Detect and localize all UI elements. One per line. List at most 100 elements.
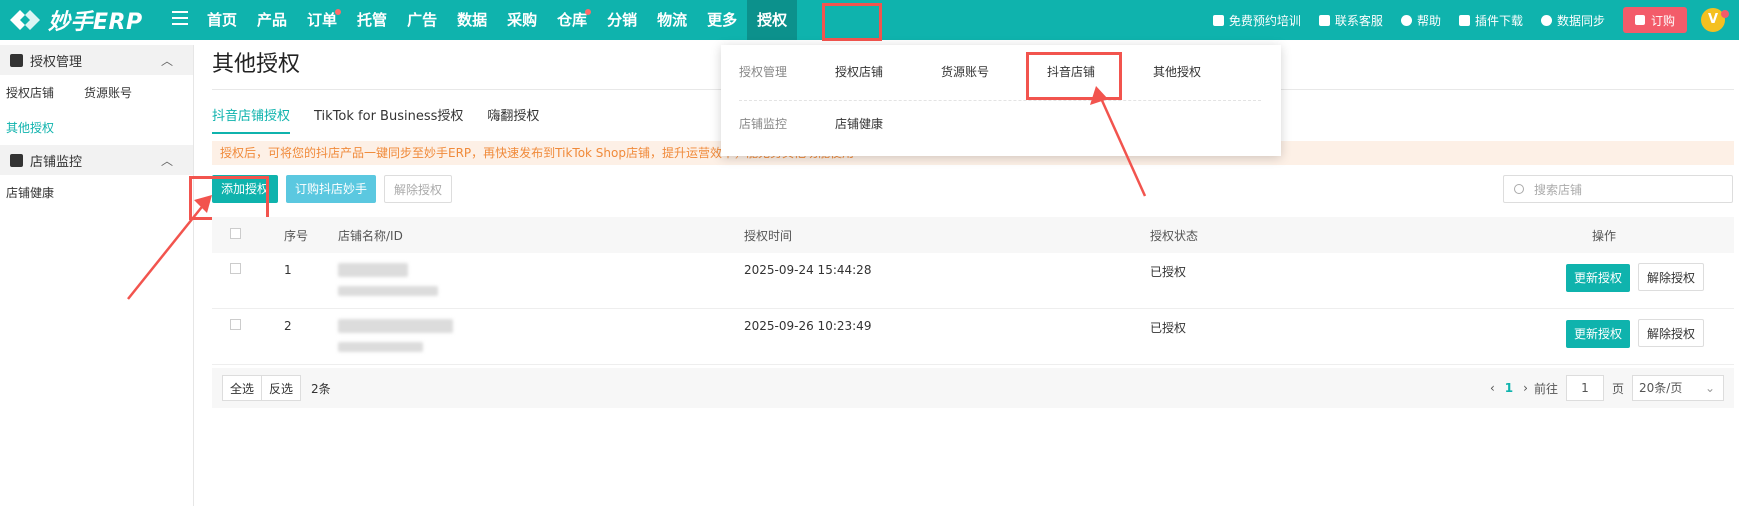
chevron-up-icon: ︿ bbox=[160, 153, 173, 168]
search-input[interactable]: 搜索店铺 bbox=[1503, 175, 1733, 203]
sidebar-item-other-auth[interactable]: 其他授权 bbox=[6, 119, 54, 136]
nav-distribution[interactable]: 分销 bbox=[597, 0, 647, 40]
nav-purchase[interactable]: 采购 bbox=[497, 0, 547, 40]
brand-name: 妙手ERP bbox=[48, 10, 143, 35]
sidebar-row: 其他授权 bbox=[0, 110, 193, 145]
sidebar-row: 店铺健康 bbox=[0, 175, 193, 210]
sidebar-item-store-health[interactable]: 店铺健康 bbox=[6, 184, 54, 201]
row-time: 2025-09-24 15:44:28 bbox=[744, 263, 872, 277]
select-all-checkbox[interactable] bbox=[230, 228, 241, 239]
sync-icon bbox=[1540, 14, 1552, 26]
dropdown-row: 授权管理 授权店铺 货源账号 抖音店铺 其他授权 bbox=[739, 63, 1259, 80]
dropdown-item-store-health[interactable]: 店铺健康 bbox=[835, 115, 941, 132]
nav-authorization[interactable]: 授权 bbox=[747, 0, 798, 40]
top-tools: 免费预约培训 联系客服 帮助 插件下载 数据同步 订购 V bbox=[1195, 0, 1729, 40]
chat-icon bbox=[1212, 14, 1224, 26]
dropdown-item-auth-store[interactable]: 授权店铺 bbox=[835, 63, 941, 80]
table-row: 2 2025-09-26 10:23:49 已授权 更新授权 解除授权 bbox=[212, 309, 1734, 365]
chevron-up-icon: ︿ bbox=[160, 53, 173, 68]
store-name-blurred bbox=[338, 263, 744, 305]
page-unit-label: 页 bbox=[1611, 381, 1624, 396]
sync-link[interactable]: 数据同步 bbox=[1540, 12, 1605, 29]
nav-products[interactable]: 产品 bbox=[247, 0, 297, 40]
chevron-down-icon: ⌄ bbox=[1704, 381, 1715, 395]
status-badge: 已授权 bbox=[1150, 321, 1187, 335]
next-page-icon[interactable]: › bbox=[1523, 381, 1528, 395]
update-auth-button[interactable]: 更新授权 bbox=[1565, 320, 1630, 348]
nav-orders[interactable]: 订单 bbox=[297, 0, 347, 40]
highlight-box-add bbox=[189, 176, 269, 220]
message-icon bbox=[1318, 14, 1330, 26]
page-number[interactable]: 1 bbox=[1505, 381, 1513, 395]
dropdown-category: 授权管理 bbox=[739, 65, 788, 79]
table-header: 序号 店铺名称/ID 授权时间 授权状态 操作 bbox=[212, 217, 1734, 253]
pagination: ‹ 1 › 前往 1 页 20条/页 ⌄ bbox=[1490, 375, 1724, 401]
select-all-button[interactable]: 全选 bbox=[222, 375, 263, 401]
highlight-box-douyin bbox=[1026, 52, 1122, 100]
nav-hosting[interactable]: 托管 bbox=[347, 0, 397, 40]
header-status: 授权状态 bbox=[1150, 228, 1199, 243]
invert-select-button[interactable]: 反选 bbox=[262, 375, 302, 401]
goto-page-input[interactable]: 1 bbox=[1565, 375, 1604, 401]
nav-warehouse[interactable]: 仓库 bbox=[547, 0, 597, 40]
plugin-link[interactable]: 插件下载 bbox=[1458, 12, 1523, 29]
store-table: 序号 店铺名称/ID 授权时间 授权状态 操作 1 2025-09-24 15:… bbox=[212, 217, 1734, 365]
dropdown-row: 店铺监控 店铺健康 bbox=[739, 115, 941, 132]
cart-icon bbox=[1634, 15, 1645, 25]
row-time: 2025-09-26 10:23:49 bbox=[744, 319, 872, 333]
avatar[interactable]: V bbox=[1701, 8, 1729, 32]
sidebar-item-auth-store[interactable]: 授权店铺 bbox=[6, 84, 54, 101]
support-link[interactable]: 联系客服 bbox=[1318, 12, 1383, 29]
plugin-icon bbox=[1458, 14, 1470, 26]
revoke-auth-button[interactable]: 解除授权 bbox=[384, 175, 453, 203]
revoke-row-button[interactable]: 解除授权 bbox=[1637, 263, 1704, 291]
table-row: 1 2025-09-24 15:44:28 已授权 更新授权 解除授权 bbox=[212, 253, 1734, 309]
search-icon bbox=[1514, 184, 1524, 194]
user-icon bbox=[10, 153, 23, 167]
prev-page-icon[interactable]: ‹ bbox=[1490, 381, 1495, 395]
tab-haifan-auth[interactable]: 嗨翻授权 bbox=[487, 105, 539, 134]
sidebar-item-source-account[interactable]: 货源账号 bbox=[84, 84, 132, 101]
row-count: 2条 bbox=[311, 381, 331, 396]
sidebar-row: 授权店铺 货源账号 bbox=[0, 75, 193, 110]
row-no: 2 bbox=[284, 319, 292, 333]
highlight-box-nav bbox=[822, 3, 882, 41]
menu-toggle-icon[interactable] bbox=[172, 11, 188, 25]
row-checkbox[interactable] bbox=[230, 319, 241, 330]
nav-home[interactable]: 首页 bbox=[197, 0, 247, 40]
dropdown-category: 店铺监控 bbox=[739, 117, 788, 131]
row-checkbox[interactable] bbox=[230, 263, 241, 274]
store-name-blurred bbox=[338, 319, 744, 361]
auth-dropdown-menu: 授权管理 授权店铺 货源账号 抖音店铺 其他授权 店铺监控 店铺健康 bbox=[721, 45, 1281, 156]
table-footer: 全选 反选 2条 ‹ 1 › 前往 1 页 20条/页 ⌄ bbox=[212, 368, 1734, 408]
sidebar: 授权管理 ︿ 授权店铺 货源账号 其他授权 店铺监控 ︿ 店铺健康 bbox=[0, 45, 194, 506]
nav-more[interactable]: 更多 bbox=[697, 0, 747, 40]
notification-dot bbox=[1721, 10, 1729, 18]
divider bbox=[739, 100, 1261, 101]
header-no: 序号 bbox=[284, 228, 309, 243]
revoke-row-button[interactable]: 解除授权 bbox=[1637, 319, 1704, 347]
logo[interactable]: 妙手ERP bbox=[8, 4, 143, 36]
main-nav: 首页 产品 订单 托管 广告 数据 采购 仓库 分销 物流 更多 授权 bbox=[197, 0, 798, 40]
dropdown-item-other-auth[interactable]: 其他授权 bbox=[1153, 63, 1259, 80]
tab-douyin-auth[interactable]: 抖音店铺授权 bbox=[212, 105, 291, 134]
logo-mark-icon bbox=[10, 10, 40, 30]
order-button[interactable]: 订购 bbox=[1622, 7, 1687, 33]
notification-dot bbox=[585, 9, 592, 15]
nav-data[interactable]: 数据 bbox=[447, 0, 497, 40]
subscribe-button[interactable]: 订购抖店妙手 bbox=[286, 175, 377, 203]
training-link[interactable]: 免费预约培训 bbox=[1212, 12, 1301, 29]
tab-tiktok-business[interactable]: TikTok for Business授权 bbox=[314, 105, 463, 134]
update-auth-button[interactable]: 更新授权 bbox=[1565, 264, 1630, 292]
nav-ads[interactable]: 广告 bbox=[397, 0, 447, 40]
sidebar-group-auth[interactable]: 授权管理 ︿ bbox=[0, 45, 193, 75]
nav-logistics[interactable]: 物流 bbox=[647, 0, 697, 40]
header-ops: 操作 bbox=[1591, 228, 1616, 243]
tabs: 抖音店铺授权 TikTok for Business授权 嗨翻授权 bbox=[212, 105, 563, 134]
help-link[interactable]: 帮助 bbox=[1400, 12, 1441, 29]
header-name: 店铺名称/ID bbox=[338, 228, 403, 243]
page-size-select[interactable]: 20条/页 ⌄ bbox=[1632, 375, 1724, 401]
sidebar-group-monitor[interactable]: 店铺监控 ︿ bbox=[0, 145, 193, 175]
store-icon bbox=[10, 53, 23, 67]
status-badge: 已授权 bbox=[1150, 265, 1187, 279]
